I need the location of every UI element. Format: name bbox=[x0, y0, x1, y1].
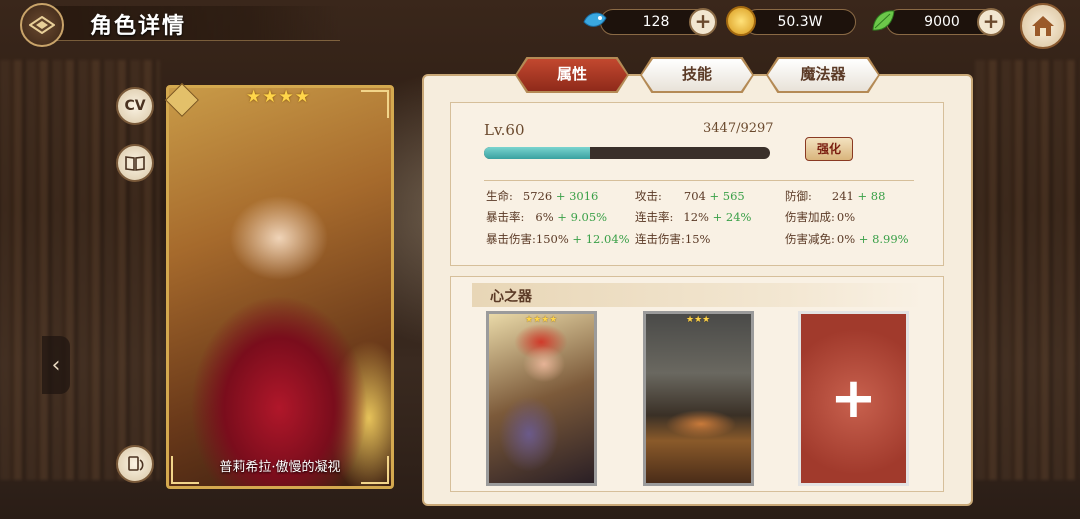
heart-slot-1[interactable]: ★★★★ bbox=[486, 311, 597, 486]
card-name: 普莉希拉·傲慢的凝视 bbox=[219, 460, 341, 475]
add-stamina-button[interactable]: + bbox=[977, 8, 1005, 36]
stats-divider bbox=[484, 180, 914, 181]
story-book-button[interactable] bbox=[116, 144, 154, 182]
stat-damage-bonus: 伤害加成: 0% bbox=[785, 210, 856, 224]
swap-icon bbox=[128, 456, 144, 471]
card-stars: ★★★★ bbox=[246, 87, 311, 107]
page-title: 角色详情 bbox=[90, 14, 187, 39]
heart-slot-add[interactable]: + bbox=[798, 311, 909, 486]
gold-value: 50.3W bbox=[777, 14, 823, 30]
tab-skills[interactable]: 技能 bbox=[642, 59, 752, 91]
stat-hp: 生命: 5726 + 3016 bbox=[486, 189, 599, 203]
chevron-left-icon: ‹ bbox=[51, 352, 61, 378]
tab-attributes[interactable]: 属性 bbox=[517, 59, 627, 91]
enhance-button[interactable]: 强化 bbox=[805, 137, 853, 161]
back-button[interactable] bbox=[20, 3, 64, 47]
swap-card-button[interactable] bbox=[116, 445, 154, 483]
back-diamond-icon bbox=[29, 16, 55, 34]
stat-attack: 攻击: 704 + 565 bbox=[635, 189, 745, 203]
heart-device-title: 心之器 bbox=[490, 289, 532, 305]
add-icon: + bbox=[830, 365, 877, 431]
exp-text: 3447/9297 bbox=[703, 121, 774, 136]
previous-character-arrow[interactable]: ‹ bbox=[42, 336, 70, 394]
book-icon bbox=[125, 156, 145, 171]
heart-slot-2[interactable]: ★★★ bbox=[643, 311, 754, 486]
card-corner-ornament bbox=[361, 90, 389, 118]
gems-value: 128 bbox=[642, 14, 670, 30]
stamina-value: 9000 bbox=[924, 14, 960, 30]
gold-counter: 50.3W bbox=[744, 9, 856, 35]
blue-fish-icon bbox=[580, 6, 610, 36]
character-card[interactable] bbox=[166, 85, 394, 489]
home-icon bbox=[1032, 16, 1054, 36]
cv-label: CV bbox=[124, 98, 146, 114]
stat-combo-rate: 连击率: 12% + 24% bbox=[635, 210, 752, 224]
tab-magic-device[interactable]: 魔法器 bbox=[768, 59, 878, 91]
level-label: Lv.60 bbox=[484, 121, 525, 139]
stat-defense: 防御: 241 + 88 bbox=[785, 189, 886, 203]
enhance-label: 强化 bbox=[816, 142, 841, 156]
title-strip bbox=[40, 6, 340, 41]
cv-button[interactable]: CV bbox=[116, 87, 154, 125]
stat-damage-reduction: 伤害减免: 0% + 8.99% bbox=[785, 232, 909, 246]
slot-stars: ★★★ bbox=[686, 315, 711, 325]
gold-coin-icon bbox=[726, 6, 756, 36]
heart-title-banner bbox=[472, 283, 922, 307]
stat-crit-rate: 暴击率: 6% + 9.05% bbox=[486, 210, 608, 224]
green-leaf-icon bbox=[868, 6, 898, 36]
add-gems-button[interactable]: + bbox=[689, 8, 717, 36]
home-button[interactable] bbox=[1020, 3, 1066, 49]
exp-bar-fill bbox=[484, 147, 591, 159]
stat-crit-damage: 暴击伤害:150% + 12.04% bbox=[486, 232, 630, 246]
slot-stars: ★★★★ bbox=[525, 315, 558, 325]
exp-bar bbox=[484, 147, 770, 159]
stat-combo-damage: 连击伤害:15% bbox=[635, 232, 711, 246]
bookshelf-right bbox=[975, 60, 1080, 480]
